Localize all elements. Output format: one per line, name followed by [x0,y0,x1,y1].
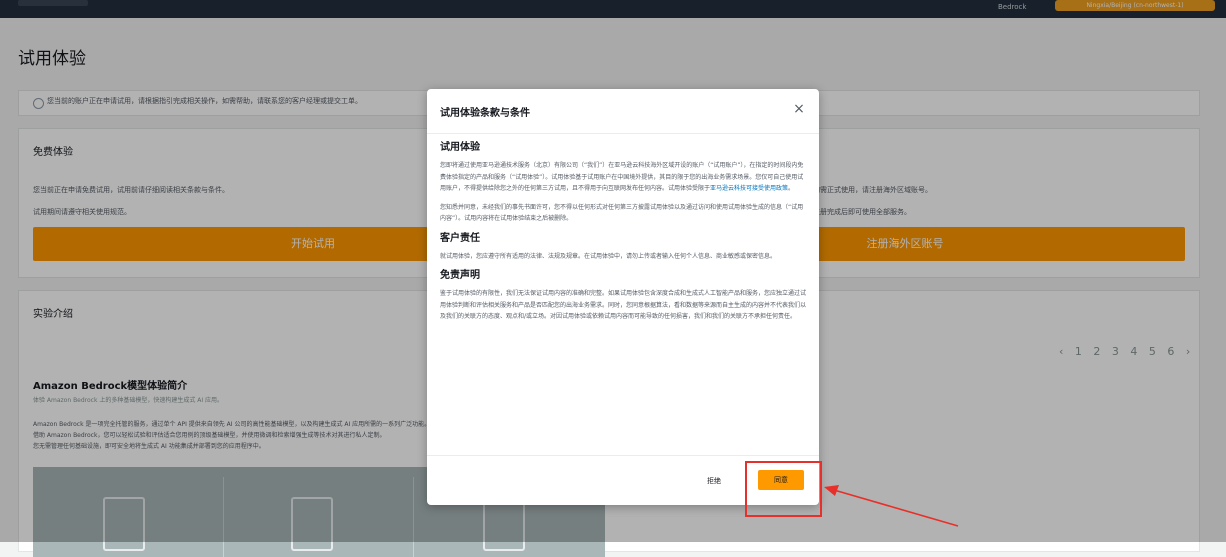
modal-body[interactable]: 试用体验 您即将通过使用亚马逊通技术服务（北京）有限公司（“我们”）在亚马逊云科… [440,141,806,453]
terms-modal: 试用体验条款与条件 × 试用体验 您即将通过使用亚马逊通技术服务（北京）有限公司… [427,89,819,505]
close-icon[interactable]: × [791,101,807,117]
paragraph-text: 。 [788,185,795,192]
modal-header: 试用体验条款与条件 × [427,89,819,134]
acceptable-use-policy-link[interactable]: 亚马逊云科技可接受使用政策 [710,185,788,192]
highlight-box [745,461,822,517]
section-title-disclaimer: 免责声明 [440,270,480,281]
trial-terms-paragraph: 您即将通过使用亚马逊通技术服务（北京）有限公司（“我们”）在亚马逊云科技海外区域… [440,160,806,195]
section-title-responsibility: 客户责任 [440,232,480,244]
reject-button[interactable]: 拒绝 [707,476,721,486]
confidentiality-paragraph: 您知悉并同意，未经我们的事先书面许可，您不得以任何形式对任何第三方披露试用体验以… [440,203,804,223]
responsibility-paragraph: 就试用体验，您应遵守所有适用的法律、法规及规章。在试用体验中，请勿上传或者输入任… [440,252,777,260]
modal-title: 试用体验条款与条件 [440,108,530,119]
disclaimer-paragraph: 鉴于试用体验的有限性，我们无法保证试用内容的准确和完整。如果试用体验包含深度合成… [440,290,806,320]
annotation-arrow-icon [824,485,959,527]
section-title-trial: 试用体验 [440,142,480,153]
